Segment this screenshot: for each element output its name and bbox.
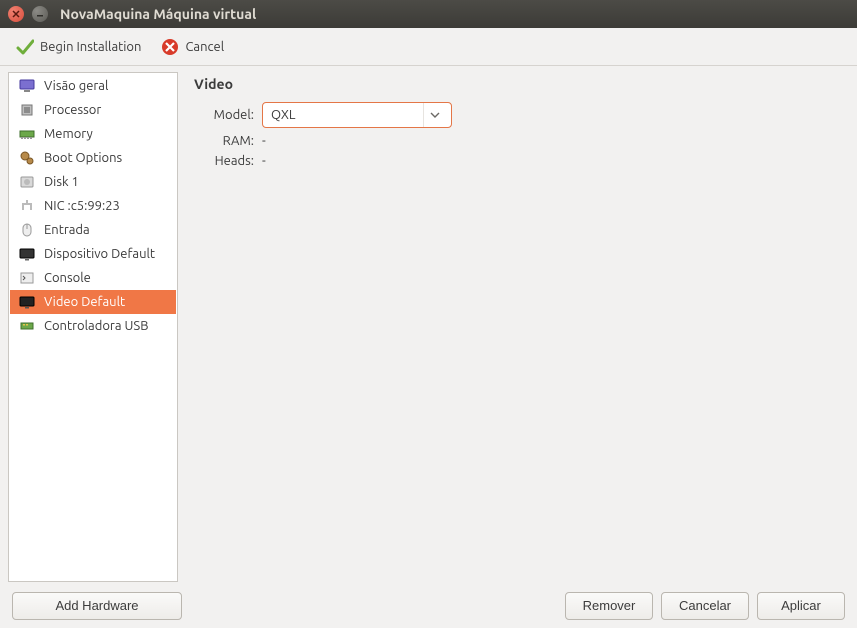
- sidebar-item-label: NIC :c5:99:23: [44, 199, 120, 213]
- remove-button[interactable]: Remover: [565, 592, 653, 620]
- window-close-button[interactable]: [8, 6, 24, 22]
- heads-label: Heads:: [194, 154, 254, 168]
- begin-installation-button[interactable]: Begin Installation: [10, 35, 147, 59]
- usb-icon: [18, 317, 36, 335]
- sidebar-item-processor[interactable]: Processor: [10, 98, 176, 122]
- sidebar-item-boot-options[interactable]: Boot Options: [10, 146, 176, 170]
- section-title: Video: [194, 76, 841, 92]
- mouse-icon: [18, 221, 36, 239]
- sidebar-item-label: Boot Options: [44, 151, 122, 165]
- titlebar: NovaMaquina Máquina virtual: [0, 0, 857, 28]
- main-body: Visão geral Processor Memory Boot Option…: [0, 66, 857, 582]
- sidebar-item-memory[interactable]: Memory: [10, 122, 176, 146]
- disk-icon: [18, 173, 36, 191]
- footer: Add Hardware Remover Cancelar Aplicar: [0, 582, 857, 628]
- cpu-icon: [18, 101, 36, 119]
- check-icon: [16, 38, 34, 56]
- toolbar: Begin Installation Cancel: [0, 28, 857, 66]
- ram-label: RAM:: [194, 134, 254, 148]
- cancel-button[interactable]: Cancelar: [661, 592, 749, 620]
- sidebar-item-label: Visão geral: [44, 79, 108, 93]
- model-combo[interactable]: QXL: [262, 102, 452, 128]
- cancel-installation-label: Cancel: [185, 40, 224, 54]
- window-minimize-button[interactable]: [32, 6, 48, 22]
- sidebar-item-usb[interactable]: Controladora USB: [10, 314, 176, 338]
- cancel-installation-button[interactable]: Cancel: [155, 35, 230, 59]
- model-value: QXL: [271, 108, 296, 122]
- model-label: Model:: [194, 108, 254, 122]
- sidebar-item-label: Entrada: [44, 223, 90, 237]
- sidebar-item-overview[interactable]: Visão geral: [10, 74, 176, 98]
- sidebar-item-input[interactable]: Entrada: [10, 218, 176, 242]
- cancel-icon: [161, 38, 179, 56]
- monitor-icon: [18, 77, 36, 95]
- begin-installation-label: Begin Installation: [40, 40, 141, 54]
- sidebar-item-label: Dispositivo Default: [44, 247, 155, 261]
- console-icon: [18, 269, 36, 287]
- details-panel: Video Model: QXL RAM: - Heads: -: [186, 72, 849, 582]
- sidebar-item-label: Memory: [44, 127, 93, 141]
- chevron-down-icon: [423, 103, 445, 127]
- sidebar-item-label: Video Default: [44, 295, 125, 309]
- sidebar-item-label: Controladora USB: [44, 319, 148, 333]
- display-device-icon: [18, 245, 36, 263]
- sidebar-item-video[interactable]: Video Default: [10, 290, 176, 314]
- hardware-sidebar: Visão geral Processor Memory Boot Option…: [8, 72, 178, 582]
- window-title: NovaMaquina Máquina virtual: [60, 6, 256, 22]
- gears-icon: [18, 149, 36, 167]
- sidebar-item-label: Processor: [44, 103, 101, 117]
- ram-value: -: [262, 134, 266, 148]
- add-hardware-button[interactable]: Add Hardware: [12, 592, 182, 620]
- sidebar-item-disk1[interactable]: Disk 1: [10, 170, 176, 194]
- ram-icon: [18, 125, 36, 143]
- sidebar-item-label: Disk 1: [44, 175, 79, 189]
- sidebar-item-console[interactable]: Console: [10, 266, 176, 290]
- heads-value: -: [262, 154, 266, 168]
- sidebar-item-display-device[interactable]: Dispositivo Default: [10, 242, 176, 266]
- video-icon: [18, 293, 36, 311]
- apply-button[interactable]: Aplicar: [757, 592, 845, 620]
- sidebar-item-label: Console: [44, 271, 91, 285]
- nic-icon: [18, 197, 36, 215]
- sidebar-item-nic[interactable]: NIC :c5:99:23: [10, 194, 176, 218]
